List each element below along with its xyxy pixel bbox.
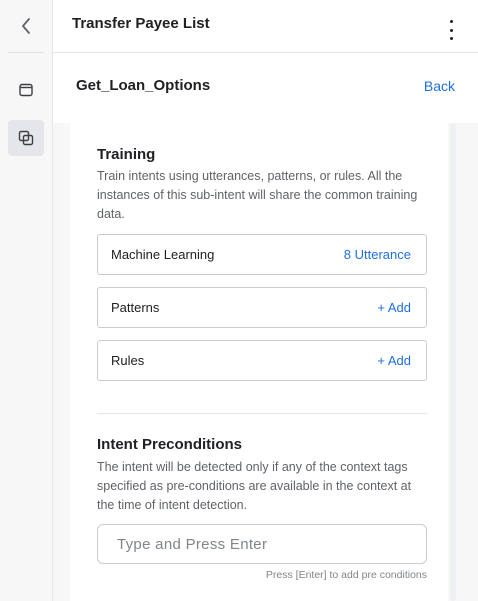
preconditions-hint: Press [Enter] to add pre conditions: [265, 569, 427, 581]
page-header: Transfer Payee List: [53, 0, 478, 53]
back-link[interactable]: Back: [424, 78, 455, 94]
preconditions-description: The intent will be detected only if any …: [97, 460, 412, 512]
add-pattern-button[interactable]: + Add: [377, 300, 411, 315]
add-rule-button[interactable]: + Add: [377, 353, 411, 368]
section-divider: [97, 413, 427, 414]
row-label: Rules: [111, 353, 145, 368]
left-rail: [0, 0, 53, 601]
training-row-rules[interactable]: Rules + Add: [97, 340, 427, 381]
sub-intent-title: Get_Loan_Options: [76, 77, 211, 94]
row-label: Machine Learning: [111, 247, 215, 262]
kebab-icon[interactable]: [444, 20, 458, 40]
rail-divider: [8, 52, 44, 53]
page-title: Transfer Payee List: [72, 15, 210, 32]
training-description: Train intents using utterances, patterns…: [97, 169, 418, 221]
copy-icon: [18, 130, 34, 146]
sub-intent-header: Get_Loan_Options Back: [53, 53, 478, 123]
preconditions-title: Intent Preconditions: [97, 436, 243, 453]
preconditions-input[interactable]: [97, 524, 427, 564]
training-row-machine-learning[interactable]: Machine Learning 8 Utterance: [97, 234, 427, 275]
row-label: Patterns: [111, 300, 160, 315]
back-icon-button[interactable]: [8, 8, 44, 44]
rail-item-copy[interactable]: [8, 120, 44, 156]
settings-card: Training Train intents using utterances,…: [70, 123, 448, 601]
training-title: Training: [97, 146, 156, 163]
window-icon: [19, 83, 33, 97]
training-row-patterns[interactable]: Patterns + Add: [97, 287, 427, 328]
scrollbar[interactable]: [450, 123, 456, 601]
rail-item-window[interactable]: [8, 72, 44, 108]
content-area: Training Train intents using utterances,…: [53, 123, 478, 601]
chevron-left-icon: [22, 18, 30, 34]
utterance-link[interactable]: 8 Utterance: [344, 247, 411, 262]
